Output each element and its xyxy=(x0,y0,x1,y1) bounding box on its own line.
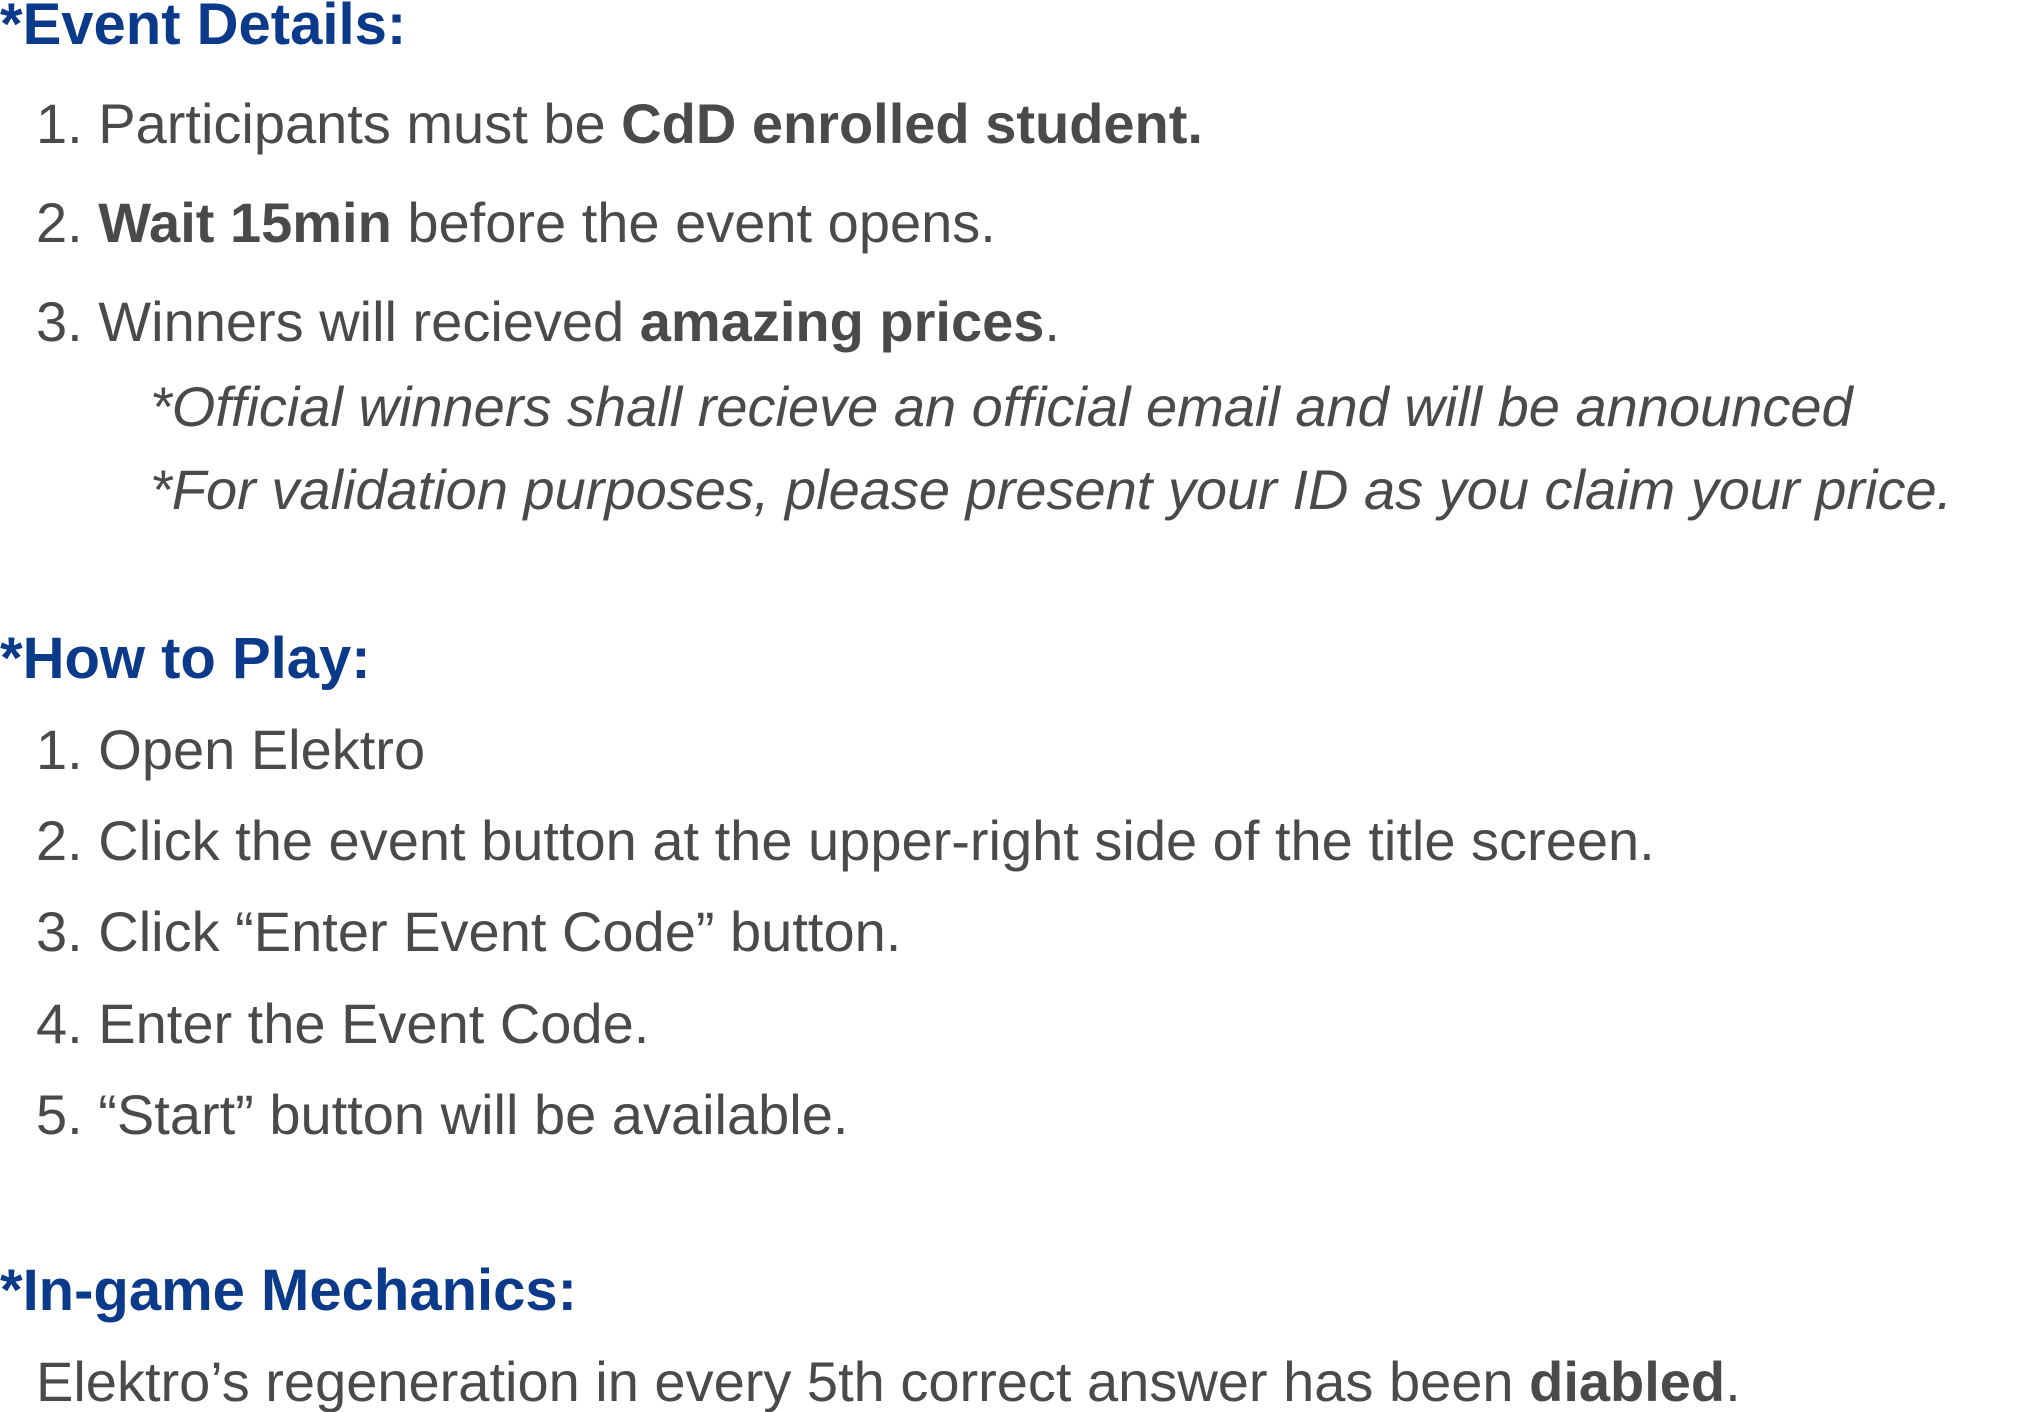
event-details-heading: *Event Details: xyxy=(0,0,407,57)
item-text-end: . xyxy=(1044,290,1060,353)
event-detail-item: 1. Participants must be CdD enrolled stu… xyxy=(36,96,1203,152)
item-number: 3. xyxy=(36,290,99,353)
play-step: 4. Enter the Event Code. xyxy=(36,992,650,1055)
play-step: 1. Open Elektro xyxy=(36,718,426,781)
item-number: 2. xyxy=(36,191,99,254)
item-text-end: before the event opens. xyxy=(391,191,996,254)
play-step: 5. “Start” button will be available. xyxy=(36,1083,849,1146)
mechanics-text-start: Elektro’s regeneration in every 5th corr… xyxy=(36,1350,1530,1412)
item-number: 1. xyxy=(36,92,99,155)
mechanics-emphasis: diabled xyxy=(1529,1350,1726,1412)
mechanics-text: Elektro’s regeneration in every 5th corr… xyxy=(36,1354,1741,1410)
winner-note: *Official winners shall recieve an offic… xyxy=(150,375,1853,438)
item-emphasis: CdD enrolled student. xyxy=(621,92,1203,155)
play-step: 3. Click “Enter Event Code” button. xyxy=(36,900,902,963)
mechanics-heading: *In-game Mechanics: xyxy=(0,1258,577,1323)
item-emphasis: Wait 15min xyxy=(98,191,392,254)
mechanics-text-end: . xyxy=(1725,1350,1741,1412)
item-emphasis: amazing prices xyxy=(639,290,1045,353)
event-detail-item: 2. Wait 15min before the event opens. xyxy=(36,195,996,251)
play-step: 2. Click the event button at the upper-r… xyxy=(36,809,1655,872)
validation-note: *For validation purposes, please present… xyxy=(150,458,1953,521)
how-to-play-heading: *How to Play: xyxy=(0,626,371,691)
item-text: Participants must be xyxy=(98,92,622,155)
item-text: Winners will recieved xyxy=(98,290,640,353)
event-detail-item: 3. Winners will recieved amazing prices. xyxy=(36,294,1060,350)
